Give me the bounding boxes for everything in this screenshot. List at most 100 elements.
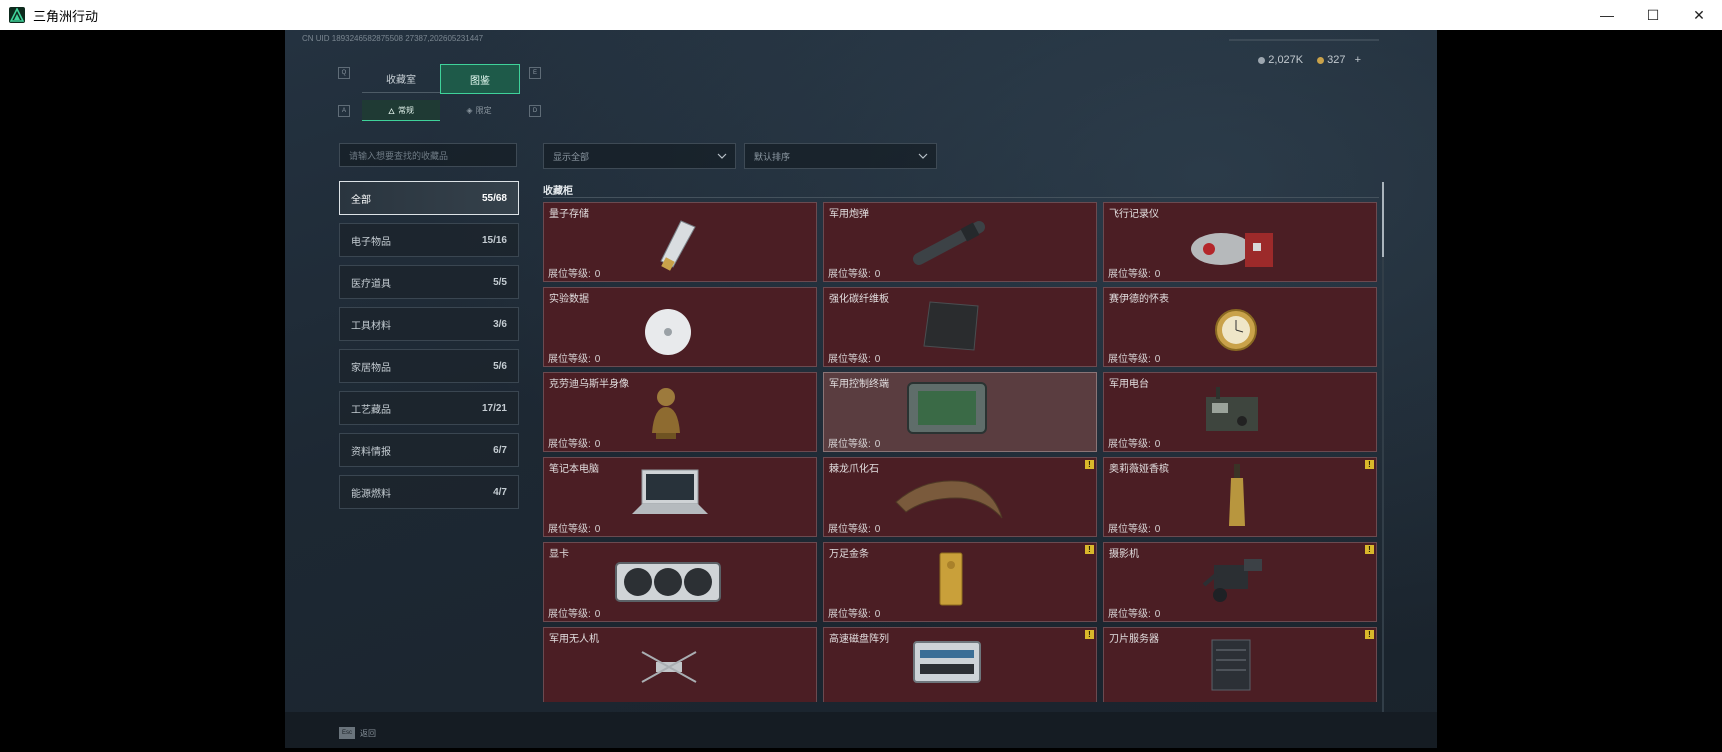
collection-card[interactable]: 高速磁盘阵列! bbox=[823, 627, 1097, 702]
maximize-button[interactable]: ☐ bbox=[1630, 0, 1676, 30]
collection-card[interactable]: 军用炮弹展位等级: 0 bbox=[823, 202, 1097, 282]
category-count: 5/6 bbox=[493, 360, 507, 372]
scrollbar-thumb[interactable] bbox=[1382, 182, 1384, 257]
game-viewport: CN UID 1893246582875508 27387,2026052314… bbox=[285, 30, 1437, 748]
close-button[interactable]: ✕ bbox=[1676, 0, 1722, 30]
player-uid: CN UID 1893246582875508 27387,2026052314… bbox=[302, 34, 484, 43]
category-name: 电子物品 bbox=[351, 236, 391, 248]
item-name: 军用炮弹 bbox=[829, 209, 869, 220]
display-level-label: 展位等级: bbox=[548, 524, 591, 535]
chevron-down-icon bbox=[918, 153, 928, 159]
gold-coin-icon bbox=[1317, 56, 1325, 64]
collection-card[interactable]: 军用电台 展位等级: 0 bbox=[1103, 372, 1377, 452]
alert-badge-icon: ! bbox=[1365, 545, 1374, 554]
display-level-label: 展位等级: bbox=[548, 269, 591, 280]
collection-card[interactable]: 棘龙爪化石 展位等级: 0! bbox=[823, 457, 1097, 537]
display-level-label: 展位等级: bbox=[828, 354, 871, 365]
collection-card[interactable]: 克劳迪乌斯半身像 展位等级: 0 bbox=[543, 372, 817, 452]
display-level: 展位等级: 0 bbox=[1108, 605, 1160, 620]
display-level-value: 0 bbox=[594, 609, 601, 620]
search-input[interactable]: 请输入想要查找的收藏品 bbox=[339, 143, 517, 167]
item-name: 刀片服务器 bbox=[1109, 634, 1159, 645]
category-item[interactable]: 电子物品 15/16 bbox=[339, 223, 519, 257]
category-item[interactable]: 工艺藏品 17/21 bbox=[339, 391, 519, 425]
display-level-value: 0 bbox=[874, 609, 881, 620]
gold-currency[interactable]: 327 + bbox=[1317, 54, 1361, 66]
category-item[interactable]: 能源燃料 4/7 bbox=[339, 475, 519, 509]
minimize-button[interactable]: — bbox=[1584, 0, 1630, 30]
tab-limited[interactable]: ◈ 限定 bbox=[440, 100, 518, 120]
collection-card[interactable]: 万足金条 展位等级: 0! bbox=[823, 542, 1097, 622]
display-level: 展位等级: 0 bbox=[1108, 520, 1160, 535]
app-logo-icon bbox=[9, 7, 25, 23]
display-level-label: 展位等级: bbox=[1108, 439, 1151, 450]
item-name: 笔记本电脑 bbox=[549, 464, 599, 475]
collection-card[interactable]: 强化碳纤维板 展位等级: 0 bbox=[823, 287, 1097, 367]
item-name: 强化碳纤维板 bbox=[829, 294, 889, 305]
display-level: 展位等级: 0 bbox=[828, 435, 880, 450]
collection-card[interactable]: 军用控制终端展位等级: 0 bbox=[823, 372, 1097, 452]
sort-dropdown[interactable]: 默认排序 bbox=[744, 143, 937, 169]
display-level: 展位等级: 0 bbox=[548, 605, 600, 620]
category-name: 全部 bbox=[351, 194, 371, 206]
filter-show-dropdown[interactable]: 显示全部 bbox=[543, 143, 736, 169]
display-level-label: 展位等级: bbox=[1108, 354, 1151, 365]
add-currency-button[interactable]: + bbox=[1355, 54, 1361, 66]
display-level-value: 0 bbox=[1154, 269, 1161, 280]
collection-card[interactable]: 飞行记录仪展位等级: 0 bbox=[1103, 202, 1377, 282]
item-name: 奥莉薇娅香槟 bbox=[1109, 464, 1169, 475]
main-tabs: 收藏室 图鉴 bbox=[362, 64, 520, 94]
esc-back-button[interactable]: Esc 返回 bbox=[339, 727, 376, 739]
collection-card[interactable]: 实验数据 展位等级: 0 bbox=[543, 287, 817, 367]
item-name: 军用电台 bbox=[1109, 379, 1149, 390]
display-level-value: 0 bbox=[594, 524, 601, 535]
category-name: 家居物品 bbox=[351, 362, 391, 374]
collection-card[interactable]: 笔记本电脑展位等级: 0 bbox=[543, 457, 817, 537]
tab-regular[interactable]: 🜂 常规 bbox=[362, 100, 440, 121]
item-name: 显卡 bbox=[549, 549, 569, 560]
display-level: 展位等级: 0 bbox=[1108, 350, 1160, 365]
item-name: 军用控制终端 bbox=[829, 379, 889, 390]
category-count: 6/7 bbox=[493, 444, 507, 456]
collection-card[interactable]: 刀片服务器! bbox=[1103, 627, 1377, 702]
display-level: 展位等级: 0 bbox=[828, 605, 880, 620]
key-hint-d: D bbox=[529, 105, 541, 117]
tab-collection-room[interactable]: 收藏室 bbox=[362, 64, 440, 93]
collection-card[interactable]: 奥莉薇娅香槟 展位等级: 0! bbox=[1103, 457, 1377, 537]
alert-badge-icon: ! bbox=[1085, 630, 1094, 639]
display-level-value: 0 bbox=[594, 439, 601, 450]
scrollbar-track[interactable] bbox=[1382, 182, 1384, 748]
display-level-label: 展位等级: bbox=[828, 439, 871, 450]
silver-coin-icon bbox=[1258, 56, 1266, 64]
display-level-label: 展位等级: bbox=[828, 524, 871, 535]
collection-card[interactable]: 军用无人机 bbox=[543, 627, 817, 702]
display-level-label: 展位等级: bbox=[1108, 269, 1151, 280]
category-count: 15/16 bbox=[481, 234, 507, 246]
chevron-down-icon bbox=[717, 153, 727, 159]
category-item[interactable]: 家居物品 5/6 bbox=[339, 349, 519, 383]
display-level-value: 0 bbox=[1154, 354, 1161, 365]
category-item[interactable]: 资料情报 6/7 bbox=[339, 433, 519, 467]
display-level-value: 0 bbox=[594, 269, 601, 280]
display-level-label: 展位等级: bbox=[828, 609, 871, 620]
category-name: 工艺藏品 bbox=[351, 404, 391, 416]
category-item[interactable]: 医疗道具 5/5 bbox=[339, 265, 519, 299]
collection-card[interactable]: 摄影机 展位等级: 0! bbox=[1103, 542, 1377, 622]
limited-icon: ◈ bbox=[466, 105, 473, 115]
tab-catalog[interactable]: 图鉴 bbox=[440, 64, 520, 94]
item-name: 飞行记录仪 bbox=[1109, 209, 1159, 220]
category-name: 医疗道具 bbox=[351, 278, 391, 290]
alert-badge-icon: ! bbox=[1085, 460, 1094, 469]
category-count: 5/5 bbox=[493, 276, 507, 288]
collection-card[interactable]: 量子存储 展位等级: 0 bbox=[543, 202, 817, 282]
esc-label: 返回 bbox=[360, 728, 376, 738]
category-item[interactable]: 工具材料 3/6 bbox=[339, 307, 519, 341]
display-level: 展位等级: 0 bbox=[828, 520, 880, 535]
collection-card[interactable]: 显卡展位等级: 0 bbox=[543, 542, 817, 622]
alert-badge-icon: ! bbox=[1365, 630, 1374, 639]
category-item[interactable]: 全部 55/68 bbox=[339, 181, 519, 215]
display-level: 展位等级: 0 bbox=[828, 265, 880, 280]
display-level: 展位等级: 0 bbox=[548, 350, 600, 365]
collection-card[interactable]: 赛伊德的怀表 展位等级: 0 bbox=[1103, 287, 1377, 367]
regular-icon: 🜂 bbox=[388, 106, 395, 116]
